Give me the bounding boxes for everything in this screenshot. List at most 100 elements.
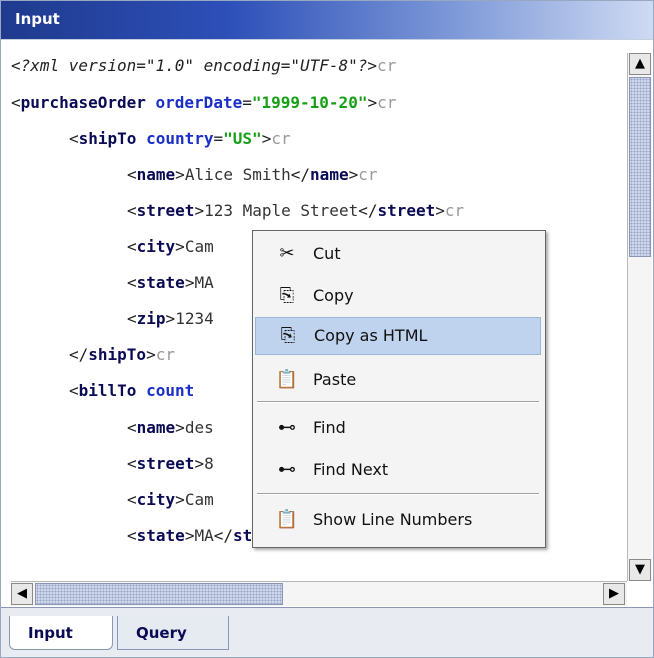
code-token-txt: MA <box>194 273 214 292</box>
code-token-bkt: < <box>69 381 79 400</box>
code-token-bkt: > <box>184 273 195 292</box>
code-token-tag: city <box>136 237 176 256</box>
menu-item-copy-as-html[interactable]: ⎘ Copy as HTML <box>255 317 541 355</box>
code-token-tag: state <box>136 526 185 545</box>
code-token-bkt: > <box>175 237 185 256</box>
code-token-tag: billTo <box>78 381 137 400</box>
code-token-txt: 1234 <box>175 309 214 328</box>
code-token-bkt: </ <box>69 345 89 364</box>
code-token-tag: shipTo <box>78 129 137 148</box>
code-token-bkt: > <box>165 309 176 328</box>
menu-item-label: Find <box>313 418 346 437</box>
vertical-scroll-thumb[interactable] <box>629 77 651 257</box>
code-token-attr: country <box>146 129 214 148</box>
menu-item-label: Show Line Numbers <box>313 510 473 529</box>
code-line[interactable]: <street>123 Maple Street</street>cr <box>127 201 464 221</box>
code-token-cr: cr <box>271 129 291 148</box>
binoculars-icon: ⊷ <box>278 417 296 438</box>
code-token-txt: Cam <box>184 490 214 509</box>
tab-query[interactable]: Query <box>117 616 229 650</box>
code-token-bkt: > <box>175 490 185 509</box>
code-token-cr: cr <box>155 345 175 364</box>
context-menu: ✂ Cut ⎘ Copy ⎘ Copy as HTML 📋 Paste ⊷ Find ⊷ Find N… <box>252 230 546 548</box>
code-token-bkt: < <box>11 93 21 112</box>
code-token-bkt: > <box>175 418 185 437</box>
code-line[interactable]: <street>8 <box>127 454 214 474</box>
panel-title-bar: Input <box>1 1 653 40</box>
code-token-bkt: > <box>367 93 378 112</box>
code-token-pi: <?xml version="1.0" encoding="UTF-8"?> <box>11 56 378 75</box>
code-token-bkt: > <box>194 201 205 220</box>
code-token-tag: state <box>136 273 185 292</box>
horizontal-scrollbar[interactable]: ◀ ▶ <box>11 581 627 606</box>
code-line[interactable]: <name>Alice Smith</name>cr <box>127 165 377 185</box>
code-token-bkt: < <box>127 201 137 220</box>
code-token-bkt: > <box>194 454 205 473</box>
code-token-bkt: > <box>184 526 195 545</box>
code-token-cr: cr <box>377 56 397 75</box>
code-token-tag: street <box>136 454 195 473</box>
code-line[interactable]: <billTo count <box>69 381 194 401</box>
code-token-txt: MA <box>194 526 214 545</box>
code-line[interactable]: <city>Cam <box>127 237 214 257</box>
scissors-icon: ✂ <box>279 243 295 264</box>
tab-strip: Input Query <box>1 607 653 657</box>
menu-item-find-next[interactable]: ⊷ Find Next <box>255 451 541 489</box>
scroll-left-button[interactable]: ◀ <box>11 583 33 605</box>
code-token-bkt: < <box>127 165 137 184</box>
vertical-scrollbar[interactable]: ▲ ▼ <box>627 53 652 581</box>
code-token-cr: cr <box>358 165 378 184</box>
code-line[interactable]: <?xml version="1.0" encoding="UTF-8"?>cr <box>11 56 396 76</box>
code-line[interactable]: <name>des <box>127 418 214 438</box>
code-line[interactable]: <zip>1234 <box>127 309 214 329</box>
binoculars-icon: ⊷ <box>278 459 296 480</box>
code-token-bkt: = <box>242 93 252 112</box>
code-token-tag: name <box>310 165 349 184</box>
menu-item-find[interactable]: ⊷ Find <box>255 409 541 447</box>
code-token-txt: Alice Smith <box>184 165 291 184</box>
horizontal-scroll-thumb[interactable] <box>35 583 283 605</box>
code-token-txt: Cam <box>184 237 214 256</box>
code-token-bkt: > <box>146 345 156 364</box>
tab-input[interactable]: Input <box>9 616 113 650</box>
code-token-txt: 123 Maple Street <box>204 201 359 220</box>
menu-item-copy[interactable]: ⎘ Copy <box>255 277 541 315</box>
code-token-tag: zip <box>136 309 166 328</box>
menu-item-label: Paste <box>313 370 357 389</box>
code-line[interactable]: </shipTo>cr <box>69 345 175 365</box>
code-token-bkt: < <box>127 309 137 328</box>
code-token-tag: street <box>377 201 436 220</box>
code-token-tag: name <box>136 165 176 184</box>
menu-item-show-line-numbers[interactable]: 📋 Show Line Numbers <box>255 501 541 539</box>
menu-separator <box>257 401 539 403</box>
code-line[interactable]: <shipTo country="US">cr <box>69 129 291 149</box>
code-token-bkt: > <box>435 201 445 220</box>
menu-item-paste[interactable]: 📋 Paste <box>255 361 541 399</box>
code-line[interactable]: <city>Cam <box>127 490 214 510</box>
code-token-bkt: </ <box>290 165 311 184</box>
code-token-tag: name <box>136 418 176 437</box>
code-token-bkt: < <box>127 490 137 509</box>
code-token-bkt: < <box>127 454 137 473</box>
code-token-bkt: > <box>261 129 272 148</box>
code-token-bkt: < <box>127 418 137 437</box>
scroll-down-button[interactable]: ▼ <box>629 559 651 581</box>
code-line[interactable]: <state>MA <box>127 273 214 293</box>
code-line[interactable]: <purchaseOrder orderDate="1999-10-20">cr <box>11 93 396 113</box>
menu-item-label: Copy <box>313 286 354 305</box>
menu-item-cut[interactable]: ✂ Cut <box>255 235 541 273</box>
code-token-val: "1999-10-20" <box>251 93 368 112</box>
copy-html-icon: ⎘ <box>280 325 296 346</box>
code-token-attr: orderDate <box>155 93 243 112</box>
code-token-bkt: > <box>348 165 359 184</box>
scroll-right-button[interactable]: ▶ <box>603 583 625 605</box>
scroll-up-button[interactable]: ▲ <box>629 53 651 75</box>
code-token-tag: shipTo <box>88 345 147 364</box>
code-token-bkt: </ <box>213 526 233 545</box>
clipboard-icon: 📋 <box>275 509 299 530</box>
code-token-bkt: = <box>213 129 224 148</box>
code-token-tag: purchaseOrder <box>20 93 146 112</box>
